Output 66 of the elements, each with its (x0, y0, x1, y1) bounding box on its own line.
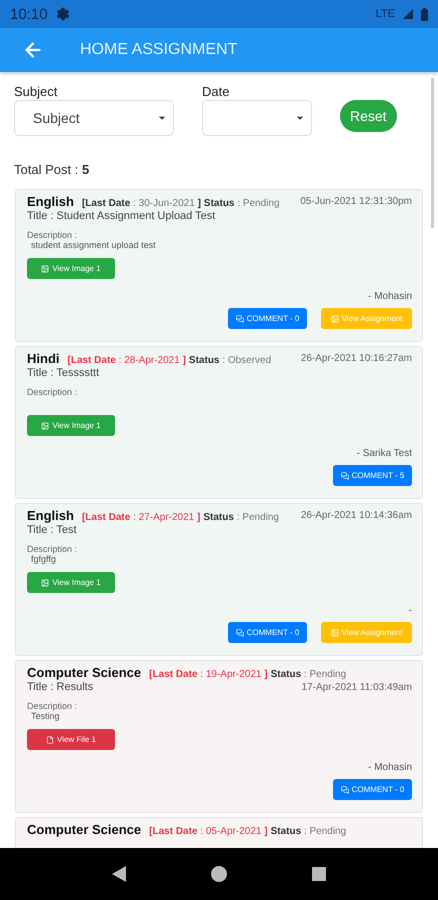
comment-icon (236, 628, 244, 636)
author-name: - Sarika Test (356, 448, 412, 459)
back-icon[interactable] (112, 866, 126, 882)
author-name: - (408, 605, 412, 616)
last-date: [Last Date : 30-Jun-2021 ] (82, 198, 201, 209)
description-label: Description : (27, 230, 78, 240)
assignment-title: Title : Test (27, 524, 78, 537)
description-label: Description : (27, 701, 78, 711)
posted-date: 26-Apr-2021 10:16:27am (300, 352, 412, 365)
last-date: [Last Date : 28-Apr-2021 ] (68, 355, 186, 366)
author-name: - Mohasin (367, 291, 412, 302)
comment-icon (340, 472, 349, 480)
view-attachment-button[interactable]: View Image 1 (27, 572, 115, 593)
view-attachment-button[interactable]: View Image 1 (27, 415, 115, 436)
network-type: LTE (376, 8, 395, 20)
last-date: [Last Date : 19-Apr-2021 ] (149, 669, 268, 680)
date-label: Date (202, 84, 230, 99)
subject-label: Subject (14, 84, 58, 99)
reset-button[interactable]: Reset (340, 100, 397, 132)
recents-icon[interactable] (312, 867, 326, 881)
image-icon (41, 578, 50, 586)
view-attachment-button[interactable]: View Image 1 (27, 258, 115, 279)
assignment-title: Title : Student Assignment Upload Test (27, 210, 216, 223)
comment-icon (236, 314, 244, 322)
comment-button[interactable]: COMMENT - 0 (228, 622, 307, 643)
subject-name: Computer Science (27, 665, 142, 680)
description-text: Testing (31, 711, 61, 722)
assignment-title: Title : Results (27, 681, 94, 694)
image-icon (330, 314, 339, 322)
status-text: Status : Observed (188, 355, 272, 366)
description-text: student assignment upload test (31, 240, 157, 251)
comment-button[interactable]: COMMENT - 0 (333, 779, 412, 800)
file-icon (46, 736, 54, 744)
battery-icon (421, 8, 428, 20)
status-text: Status : Pending (270, 826, 346, 837)
last-date: [Last Date : 05-Apr-2021 ] (149, 826, 268, 837)
subject-name: Computer Science (27, 822, 142, 837)
comment-button[interactable]: COMMENT - 5 (333, 465, 412, 486)
image-icon (41, 422, 50, 430)
assignment-title: Title : Tessssttt (27, 367, 100, 380)
view-attachment-button[interactable]: View File 1 (27, 729, 115, 750)
subject-name: Hindi (27, 351, 60, 366)
home-icon[interactable] (210, 866, 227, 882)
status-text: Status : Pending (203, 512, 279, 523)
posted-date: 05-Jun-2021 12:31:30pm (300, 195, 412, 208)
total-post: Total Post : 5 (14, 162, 90, 177)
subject-name: English (27, 194, 74, 209)
description-label: Description : (27, 387, 78, 397)
status-text: Status : Pending (204, 198, 280, 209)
comment-icon (340, 786, 349, 794)
subject-dropdown[interactable]: Subject (14, 100, 174, 136)
image-icon (330, 628, 339, 636)
subject-name: English (27, 508, 74, 523)
screen-title: HOME ASSIGNMENT (80, 41, 238, 59)
signal-icon (403, 9, 413, 19)
settings-icon (56, 7, 70, 21)
posted-date: 26-Apr-2021 10:14:36am (300, 509, 412, 522)
description-text: fgfgffg (31, 554, 57, 565)
clock: 10:10 (10, 6, 48, 22)
description-label: Description : (27, 544, 78, 554)
comment-button[interactable]: COMMENT - 0 (228, 308, 307, 329)
author-name: - Mohasin (367, 762, 412, 773)
status-text: Status : Pending (270, 669, 346, 680)
last-date: [Last Date : 27-Apr-2021 ] (82, 512, 200, 523)
image-icon (41, 264, 50, 272)
posted-date: 17-Apr-2021 11:03:49am (302, 681, 412, 694)
